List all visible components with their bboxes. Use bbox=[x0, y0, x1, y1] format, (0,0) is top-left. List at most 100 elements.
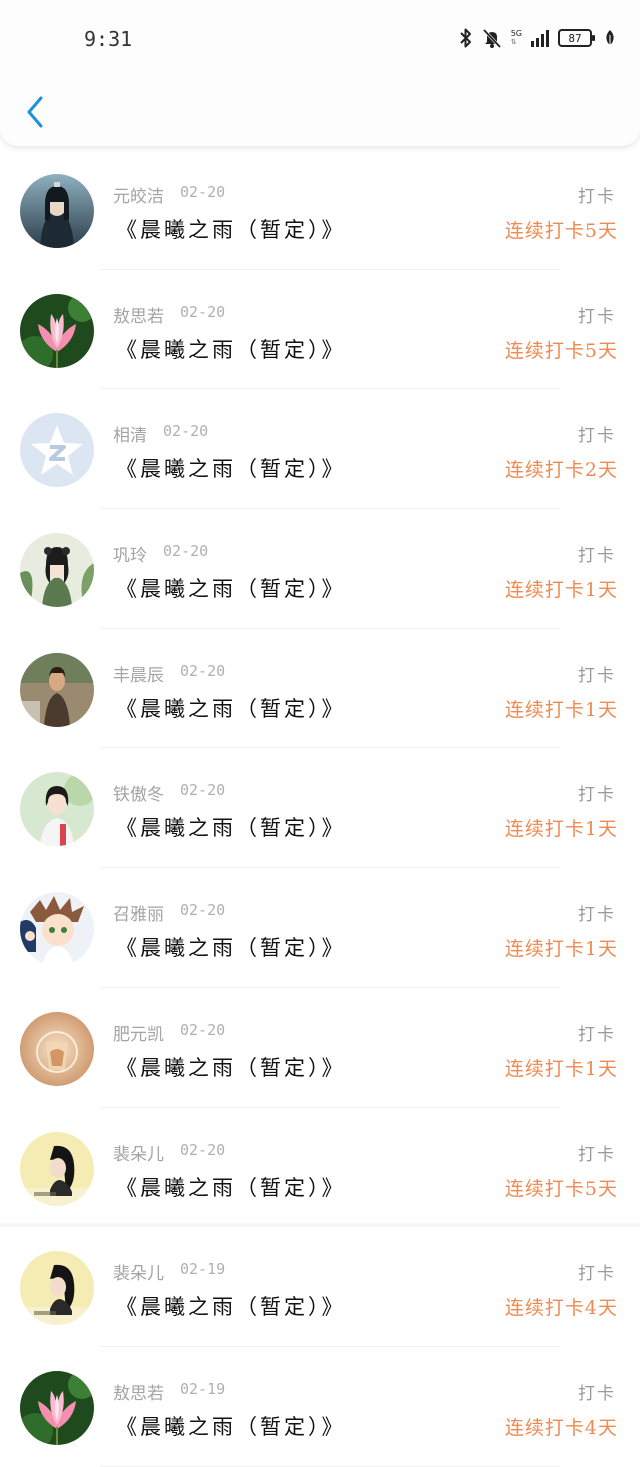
user-name[interactable]: 元皎洁 bbox=[113, 182, 164, 207]
avatar[interactable] bbox=[20, 533, 94, 608]
entry-date: 02-20 bbox=[180, 781, 226, 800]
avatar[interactable] bbox=[20, 293, 94, 368]
book-title[interactable]: 《晨曦之雨（暂定）》 bbox=[116, 1052, 346, 1082]
list-item[interactable]: 元皎洁 02-20 《晨曦之雨（暂定）》 打卡连续打卡5天 bbox=[0, 150, 640, 270]
user-name[interactable]: 相清 bbox=[113, 421, 147, 446]
list-item[interactable]: 丰晨辰 02-20 《晨曦之雨（暂定）》 打卡 连续打卡1天 bbox=[0, 629, 640, 749]
list-item[interactable]: 敖思若 02-20 《晨曦之雨（暂定）》 打卡连续打卡5天 bbox=[0, 270, 640, 390]
status-icons: 5G ⇅ 87 bbox=[459, 24, 616, 52]
mute-icon bbox=[481, 27, 503, 49]
avatar[interactable] bbox=[20, 1370, 94, 1445]
avatar[interactable] bbox=[20, 174, 94, 248]
streak-text: 连续打卡1天 bbox=[504, 579, 618, 602]
avatar[interactable] bbox=[20, 772, 94, 847]
entry-meta: 丰晨辰 02-20 bbox=[113, 661, 225, 686]
network-label: 5G ⇅ bbox=[510, 29, 522, 47]
battery-level: 87 bbox=[568, 31, 582, 45]
user-name[interactable]: 铁傲冬 bbox=[113, 780, 164, 805]
avatar[interactable] bbox=[20, 1131, 94, 1206]
bluetooth-icon bbox=[459, 27, 473, 49]
list-item[interactable]: 巩玲 02-20 《晨曦之雨（暂定）》 打卡连续打卡1天 bbox=[0, 509, 640, 629]
entry-meta: 相清 02-20 bbox=[113, 421, 208, 446]
list-item[interactable]: 相清 02-20 《晨曦之雨（暂定）》 打卡连续打卡2天 bbox=[0, 389, 640, 509]
entry-meta: 巩玲 02-20 bbox=[113, 541, 208, 566]
entry-date: 02-20 bbox=[163, 542, 209, 561]
entry-date: 02-20 bbox=[180, 901, 226, 920]
signal-icon bbox=[530, 28, 550, 48]
streak-text: 连续打卡1天 bbox=[504, 938, 618, 961]
streak-text: 连续打卡1天 bbox=[504, 1057, 618, 1080]
avatar[interactable] bbox=[20, 652, 94, 727]
entry-meta: 裴朵儿 02-20 bbox=[113, 1140, 225, 1165]
entry-meta: 裴朵儿 02-19 bbox=[113, 1259, 225, 1284]
list-item[interactable]: 铁傲冬 02-20 《晨曦之雨（暂定）》 打卡连续打卡1天 bbox=[0, 748, 640, 868]
status-time: 9:31 bbox=[84, 27, 133, 51]
book-title[interactable]: 《晨曦之雨（暂定）》 bbox=[116, 334, 346, 364]
book-title[interactable]: 《晨曦之雨（暂定）》 bbox=[116, 693, 346, 723]
checkin-label: 打卡 bbox=[578, 306, 616, 327]
entry-meta: 元皎洁 02-20 bbox=[113, 182, 225, 207]
streak-text: 连续打卡4天 bbox=[504, 1416, 618, 1439]
entry-date: 02-19 bbox=[180, 1260, 226, 1279]
entry-date: 02-20 bbox=[180, 1140, 226, 1159]
chevron-left-icon bbox=[27, 96, 43, 128]
streak-text: 连续打卡2天 bbox=[504, 459, 618, 482]
user-name[interactable]: 巩玲 bbox=[113, 541, 147, 566]
checkin-list: 元皎洁 02-20 《晨曦之雨（暂定）》 打卡 连续打卡5天 敖思若 02-20 《晨曦之雨（… bbox=[0, 150, 640, 1467]
book-title[interactable]: 《晨曦之雨（暂定）》 bbox=[116, 1411, 346, 1441]
back-button[interactable] bbox=[18, 92, 52, 132]
list-item[interactable]: 肥元凯 02-20 《晨曦之雨（暂定）》 打卡连续打卡1天 bbox=[0, 988, 640, 1108]
streak-text: 连续打卡5天 bbox=[504, 339, 618, 362]
checkin-label: 打卡 bbox=[578, 665, 616, 686]
top-bar: 9:31 5G ⇅ 87 bbox=[0, 0, 640, 146]
list-item[interactable]: 裴朵儿 02-19 《晨曦之雨（暂定）》 打卡连续打卡4天 bbox=[0, 1227, 640, 1347]
user-name[interactable]: 肥元凯 bbox=[113, 1020, 164, 1045]
entry-meta: 敖思若 02-19 bbox=[113, 1379, 225, 1404]
streak-text: 连续打卡5天 bbox=[504, 220, 618, 242]
book-title[interactable]: 《晨曦之雨（暂定）》 bbox=[116, 573, 346, 603]
checkin-label: 打卡 bbox=[578, 187, 616, 207]
avatar[interactable] bbox=[20, 892, 94, 967]
streak-text: 连续打卡4天 bbox=[504, 1297, 618, 1320]
checkin-label: 打卡 bbox=[578, 426, 616, 447]
book-title[interactable]: 《晨曦之雨（暂定）》 bbox=[116, 1172, 346, 1202]
book-title[interactable]: 《晨曦之雨（暂定）》 bbox=[116, 932, 346, 962]
network-sub: ⇅ bbox=[510, 38, 517, 46]
avatar[interactable] bbox=[20, 1251, 94, 1326]
checkin-label: 打卡 bbox=[578, 1264, 616, 1285]
checkin-label: 打卡 bbox=[578, 785, 616, 806]
avatar[interactable] bbox=[20, 1011, 94, 1086]
entry-date: 02-20 bbox=[180, 661, 226, 680]
leaf-icon bbox=[604, 29, 616, 47]
list-item[interactable]: 召雅丽 02-20 《晨曦之雨（暂定）》 打卡 连续打卡1天 bbox=[0, 868, 640, 988]
streak-text: 连续打卡1天 bbox=[504, 818, 618, 841]
network-type: 5G bbox=[510, 29, 522, 38]
user-name[interactable]: 裴朵儿 bbox=[113, 1140, 164, 1165]
checkin-label: 打卡 bbox=[578, 546, 616, 567]
avatar[interactable] bbox=[20, 413, 94, 488]
entry-meta: 肥元凯 02-20 bbox=[113, 1020, 225, 1045]
entry-meta: 铁傲冬 02-20 bbox=[113, 780, 225, 805]
battery-icon: 87 bbox=[558, 29, 595, 47]
entry-date: 02-20 bbox=[163, 422, 209, 441]
list-item[interactable]: 裴朵儿 02-20 《晨曦之雨（暂定）》 打卡连续打卡5天 bbox=[0, 1108, 640, 1228]
list-item[interactable]: 敖思若 02-19 《晨曦之雨（暂定）》 打卡连续打卡4天 bbox=[0, 1347, 640, 1467]
checkin-label: 打卡 bbox=[578, 1383, 616, 1404]
entry-meta: 敖思若 02-20 bbox=[113, 302, 225, 327]
checkin-label: 打卡 bbox=[578, 1144, 616, 1165]
streak-text: 连续打卡5天 bbox=[504, 1177, 618, 1200]
entry-date: 02-20 bbox=[180, 183, 226, 201]
user-name[interactable]: 敖思若 bbox=[113, 1379, 164, 1404]
user-name[interactable]: 召雅丽 bbox=[113, 900, 164, 925]
user-name[interactable]: 敖思若 bbox=[113, 302, 164, 327]
book-title[interactable]: 《晨曦之雨（暂定）》 bbox=[116, 214, 346, 244]
entry-date: 02-20 bbox=[180, 302, 226, 321]
book-title[interactable]: 《晨曦之雨（暂定）》 bbox=[116, 453, 346, 483]
book-title[interactable]: 《晨曦之雨（暂定）》 bbox=[116, 812, 346, 842]
checkin-label: 打卡 bbox=[578, 1024, 616, 1045]
user-name[interactable]: 裴朵儿 bbox=[113, 1259, 164, 1284]
user-name[interactable]: 丰晨辰 bbox=[113, 661, 164, 686]
entry-date: 02-20 bbox=[180, 1020, 226, 1039]
entry-date: 02-19 bbox=[180, 1379, 226, 1398]
book-title[interactable]: 《晨曦之雨（暂定）》 bbox=[116, 1291, 346, 1321]
